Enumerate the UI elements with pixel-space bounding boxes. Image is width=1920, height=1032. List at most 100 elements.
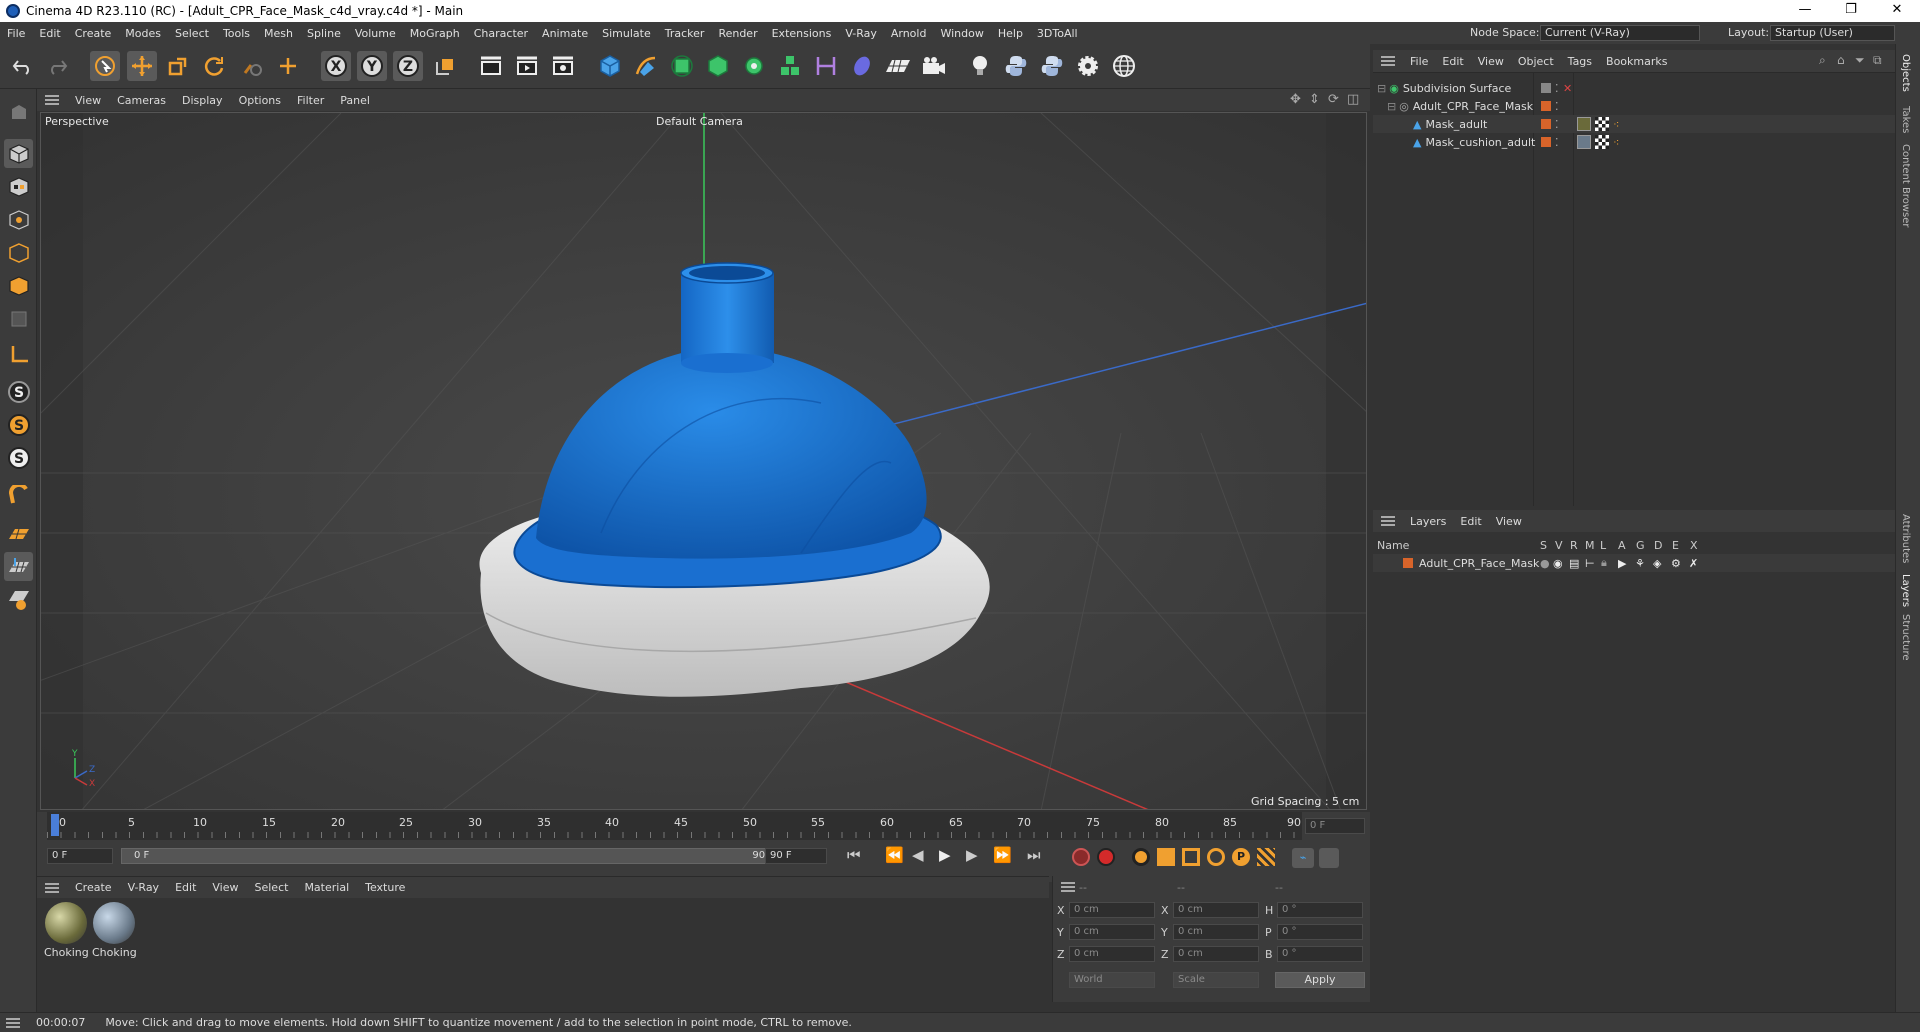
coords-hamburger-icon[interactable] <box>1061 882 1075 892</box>
menu-spline[interactable]: Spline <box>300 27 348 40</box>
layer-manager-icon[interactable]: ⊢ <box>1585 557 1595 570</box>
record-icon[interactable] <box>1072 848 1090 866</box>
layer-dot-icon[interactable] <box>1541 83 1551 93</box>
objects-menu-view[interactable]: View <box>1471 55 1511 68</box>
subdivision-button[interactable] <box>667 51 697 81</box>
side-tab-content-browser[interactable]: Content Browser <box>1900 144 1911 227</box>
select-tool-button[interactable] <box>90 51 120 81</box>
viewport-menu-panel[interactable]: Panel <box>332 94 378 107</box>
menu-window[interactable]: Window <box>933 27 990 40</box>
menu-render[interactable]: Render <box>711 27 764 40</box>
expand-toggle-icon[interactable]: ⊟ <box>1377 82 1386 95</box>
menu-create[interactable]: Create <box>68 27 119 40</box>
layer-render-icon[interactable]: ▤ <box>1569 557 1579 570</box>
layer-lock-icon[interactable]: 🔒︎ <box>1601 556 1607 570</box>
visibility-dots-icon[interactable]: ⁚ <box>1555 82 1559 95</box>
menu-mesh[interactable]: Mesh <box>257 27 300 40</box>
layers-hamburger-icon[interactable] <box>1381 516 1395 526</box>
layer-color-swatch[interactable] <box>1403 558 1413 568</box>
visibility-dots-icon[interactable]: ⁚ <box>1555 118 1559 131</box>
viewport-maximize-icon[interactable]: ◫ <box>1347 92 1359 107</box>
menu-volume[interactable]: Volume <box>348 27 403 40</box>
frame-range-slider[interactable]: 0 F 90 F <box>121 848 781 864</box>
extrude-button[interactable] <box>703 51 733 81</box>
recent-tool-button[interactable] <box>237 51 267 81</box>
3d-viewport[interactable]: Perspective Default Camera Grid Spacing … <box>40 112 1367 810</box>
model-mode-button[interactable] <box>4 139 33 168</box>
render-view-button[interactable] <box>476 51 506 81</box>
side-tab-objects[interactable]: Objects <box>1900 54 1911 92</box>
material-menu-view[interactable]: View <box>204 881 246 894</box>
layer-xref-icon[interactable]: ✗ <box>1689 557 1698 570</box>
edges-mode-button[interactable] <box>4 238 33 267</box>
redo-button[interactable] <box>42 51 72 81</box>
objects-menu-file[interactable]: File <box>1403 55 1435 68</box>
tree-row-mask-cushion-adult[interactable]: ▲ Mask_cushion_adult ⁚ ⁖ <box>1373 133 1895 151</box>
side-tab-takes[interactable]: Takes <box>1900 106 1911 133</box>
prev-frame-icon[interactable]: ◀ <box>912 846 924 864</box>
tree-row-mask-adult[interactable]: ▲ Mask_adult ⁚ ⁖ <box>1373 115 1895 133</box>
menu-3dtoall[interactable]: 3DToAll <box>1030 27 1085 40</box>
coord-pos-z-field[interactable]: 0 cm <box>1069 946 1155 962</box>
layers-menu-layers[interactable]: Layers <box>1403 515 1453 528</box>
material-tag-icon[interactable] <box>1577 117 1591 131</box>
snap-settings-button[interactable]: S <box>4 410 33 439</box>
coord-rot-p-field[interactable]: 0 ° <box>1277 924 1363 940</box>
layer-color-icon[interactable] <box>1541 137 1551 147</box>
cloner-button[interactable] <box>739 51 769 81</box>
menu-tools[interactable]: Tools <box>216 27 257 40</box>
menu-file[interactable]: File <box>0 27 32 40</box>
vray-globe-button[interactable] <box>1109 51 1139 81</box>
objects-home-icon[interactable]: ⌂ <box>1837 53 1845 67</box>
layout-dropdown[interactable]: Startup (User) <box>1770 25 1895 41</box>
uvw-tag-icon[interactable] <box>1595 117 1609 131</box>
viewport-menu-cameras[interactable]: Cameras <box>109 94 174 107</box>
texture-mode-button[interactable] <box>4 172 33 201</box>
next-key-icon[interactable]: ⏩ <box>993 846 1012 864</box>
side-tab-attributes[interactable]: Attributes <box>1900 514 1911 563</box>
material-menu-texture[interactable]: Texture <box>357 881 413 894</box>
world-axis-button[interactable] <box>273 51 303 81</box>
grid-button[interactable] <box>4 552 33 581</box>
vray-tag-icon[interactable]: ⁖ <box>1613 118 1619 131</box>
viewport-menu-filter[interactable]: Filter <box>289 94 332 107</box>
workplane-button[interactable] <box>4 519 33 548</box>
deformer-button[interactable] <box>811 51 841 81</box>
close-button[interactable]: ✕ <box>1874 0 1920 22</box>
layer-solo-icon[interactable]: ● <box>1540 557 1550 570</box>
apply-button[interactable]: Apply <box>1275 972 1365 988</box>
rotate-tool-button[interactable] <box>199 51 229 81</box>
material-swatch-2[interactable]: Choking <box>92 902 137 962</box>
coord-rot-b-field[interactable]: 0 ° <box>1277 946 1363 962</box>
points-mode-button[interactable] <box>4 205 33 234</box>
menu-select[interactable]: Select <box>168 27 216 40</box>
locked-workplane-button[interactable] <box>4 585 33 614</box>
auto-key-icon[interactable] <box>1097 848 1115 866</box>
menu-help[interactable]: Help <box>991 27 1030 40</box>
viewport-move-icon[interactable]: ✥ <box>1290 92 1301 107</box>
material-menu-create[interactable]: Create <box>67 881 120 894</box>
current-frame-field[interactable]: 0 F <box>1305 818 1365 834</box>
layer-deformer-icon[interactable]: ◈ <box>1653 557 1661 570</box>
prev-key-icon[interactable]: ⏪ <box>885 846 904 864</box>
viewport-hamburger-icon[interactable] <box>45 95 59 105</box>
menu-edit[interactable]: Edit <box>32 27 67 40</box>
key-position-icon[interactable] <box>1157 848 1175 866</box>
camera-button[interactable] <box>919 51 949 81</box>
viewport-menu-options[interactable]: Options <box>231 94 289 107</box>
field-button[interactable] <box>847 51 877 81</box>
key-selection-icon[interactable] <box>1132 848 1150 866</box>
motion-path-icon[interactable]: ⌁ <box>1292 848 1314 868</box>
layer-view-eye-icon[interactable]: ◉ <box>1553 557 1563 570</box>
material-menu-material[interactable]: Material <box>296 881 357 894</box>
key-rotation-icon[interactable] <box>1207 848 1225 866</box>
uv-mode-button[interactable] <box>4 304 33 333</box>
coordinate-system-button[interactable] <box>430 51 460 81</box>
scale-tool-button[interactable] <box>163 51 193 81</box>
coord-pos-y-field[interactable]: 0 cm <box>1069 924 1155 940</box>
vray-tag-icon[interactable]: ⁖ <box>1613 136 1619 149</box>
expand-toggle-icon[interactable]: ⊟ <box>1387 100 1396 113</box>
key-scale-icon[interactable] <box>1182 848 1200 866</box>
menu-vray[interactable]: V-Ray <box>838 27 884 40</box>
layer-color-icon[interactable] <box>1541 101 1551 111</box>
